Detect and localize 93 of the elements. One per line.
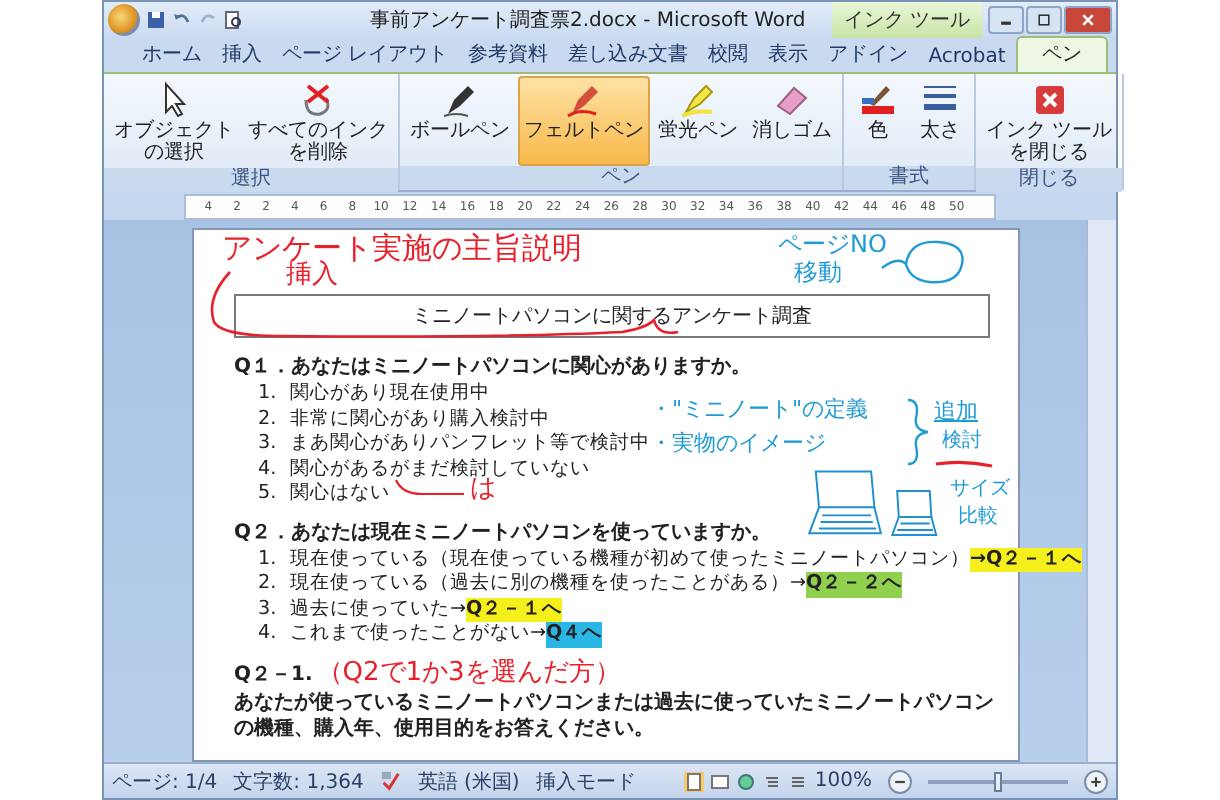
list-number: 4. <box>258 457 279 482</box>
ribbon-button[interactable]: ボールペン <box>404 76 516 166</box>
answer-option: 非常に関心があり購入検討中 <box>290 407 550 432</box>
ribbon-tab[interactable]: 挿入 <box>212 38 272 72</box>
handwritten-note: （Q2で1か3を選んだ方） <box>316 659 621 687</box>
highlighter-icon <box>678 80 718 120</box>
handwritten-note: サイズ <box>950 478 1010 500</box>
ribbon-button[interactable]: 色 <box>848 76 908 166</box>
list-number: 5. <box>258 482 279 507</box>
insert-mode-indicator[interactable]: 挿入モード <box>535 767 636 795</box>
window-title: 事前アンケート調査票2.docx - Microsoft Word <box>370 7 806 34</box>
ink-underline <box>934 458 994 468</box>
question-text: あなたが使っているミニノートパソコンまたは過去に使っていたミニノートパソコンの機種、購入年、使用目的をお答えください。 <box>234 689 996 741</box>
office-button[interactable] <box>108 4 140 36</box>
answer-option: 現在使っている（過去に別の機種を使ったことがある）→ <box>290 572 807 597</box>
zoom-in-button[interactable] <box>1084 769 1108 793</box>
print-preview-icon[interactable] <box>224 10 244 30</box>
ribbon-tab[interactable]: ペン <box>1015 36 1108 72</box>
save-icon[interactable] <box>146 10 166 30</box>
handwritten-note: は <box>470 476 496 505</box>
ribbon-button[interactable]: 太さ <box>910 76 970 166</box>
ink-stroke <box>394 478 466 498</box>
answer-option: まあ関心がありパンフレット等で検討中 <box>290 432 650 457</box>
ink-brace <box>906 398 930 466</box>
group-label: ペン <box>400 166 842 190</box>
minimize-button[interactable] <box>988 6 1024 34</box>
outline-view-icon[interactable] <box>762 771 783 791</box>
ribbon-tab[interactable]: 差し込み文書 <box>558 38 699 72</box>
plus-icon <box>1088 773 1104 789</box>
list-number: 1. <box>258 547 279 572</box>
ribbon-button[interactable]: インク ツール を閉じる <box>980 76 1119 168</box>
group-label: 選択 <box>104 168 398 192</box>
question-heading: Q２－1. <box>234 661 313 689</box>
question-heading: Q２．あなたは現在ミニノートパソコンを使っていますか。 <box>234 521 772 543</box>
answer-option: これまで使ったことがない→ <box>290 622 547 647</box>
list-number: 1. <box>258 382 279 407</box>
ribbon-button[interactable]: 消しゴム <box>746 76 838 166</box>
handwritten-note: 検討 <box>942 430 982 452</box>
handwritten-note: ・実物のイメージ <box>650 432 826 457</box>
full-screen-view-icon[interactable] <box>710 771 731 791</box>
answer-option: 関心があり現在使用中 <box>290 382 490 407</box>
zoom-slider-thumb[interactable] <box>994 771 1002 791</box>
handwritten-note: 追加 <box>934 400 978 425</box>
list-number: 4. <box>258 622 279 647</box>
handwritten-note: ・"ミニノート"の定義 <box>650 398 869 423</box>
ribbon-tab[interactable]: ホーム <box>132 38 212 72</box>
jump-instruction: Q２－１へ <box>466 597 563 622</box>
ribbon-button[interactable]: フェルトペン <box>518 76 650 166</box>
handwritten-note: 比較 <box>958 506 998 528</box>
maximize-button[interactable] <box>1026 6 1062 34</box>
felt-pen-icon <box>564 80 604 120</box>
jump-instruction: →Q２－１へ <box>970 547 1083 572</box>
document-title: ミニノートパソコンに関するアンケート調査 <box>234 294 990 338</box>
zoom-level[interactable]: 100% <box>814 770 872 792</box>
group-label: 閉じる <box>976 168 1123 192</box>
draft-view-icon[interactable] <box>788 771 809 791</box>
handwritten-note: 移動 <box>794 260 842 287</box>
list-number: 3. <box>258 432 279 457</box>
vertical-scrollbar[interactable] <box>1086 220 1116 762</box>
jump-instruction: Q２－２へ <box>806 572 903 597</box>
language-indicator[interactable]: 英語 (米国) <box>417 767 520 795</box>
print-layout-view-icon[interactable] <box>684 771 705 791</box>
jump-instruction: Q４へ <box>546 622 603 647</box>
close-icon <box>1080 12 1096 28</box>
ribbon-button[interactable]: オブジェクト の選択 <box>108 76 240 168</box>
handwritten-note: 挿入 <box>286 262 338 291</box>
ribbon-tab[interactable]: 表示 <box>758 38 819 72</box>
web-layout-view-icon[interactable] <box>736 771 757 791</box>
pen-icon <box>440 80 480 120</box>
list-number: 2. <box>258 572 279 597</box>
maximize-icon <box>1036 12 1052 28</box>
group-label: 書式 <box>844 166 974 190</box>
answer-option: 関心はない <box>290 482 390 507</box>
page-indicator[interactable]: ページ: 1/4 <box>112 767 218 795</box>
close-button[interactable] <box>1064 6 1112 34</box>
ribbon-tab[interactable]: アドイン <box>818 38 919 72</box>
list-number: 2. <box>258 407 279 432</box>
ribbon-tab[interactable]: ページ レイアウト <box>272 38 459 72</box>
question-heading: Q１．あなたはミニノートパソコンに関心がありますか。 <box>234 356 752 378</box>
handwritten-note: ページNO <box>778 232 887 259</box>
zoom-out-button[interactable] <box>888 769 912 793</box>
word-count[interactable]: 文字数: 1,364 <box>233 767 364 795</box>
ribbon-tab[interactable]: 参考資料 <box>458 38 559 72</box>
ribbon-tab[interactable]: Acrobat <box>918 44 1016 72</box>
proofing-icon[interactable] <box>379 770 402 792</box>
context-tab-label: インク ツール <box>831 2 982 38</box>
color-icon <box>858 80 898 120</box>
ribbon-button[interactable]: すべてのインク を削除 <box>242 76 394 168</box>
ribbon-button[interactable]: 蛍光ペン <box>652 76 744 166</box>
ribbon-tab[interactable]: 校閲 <box>698 38 759 72</box>
list-number: 3. <box>258 597 279 622</box>
answer-option: 過去に使っていた→ <box>290 597 467 622</box>
answer-option: 現在使っている（現在使っている機種が初めて使ったミニノートパソコン） <box>290 547 970 572</box>
